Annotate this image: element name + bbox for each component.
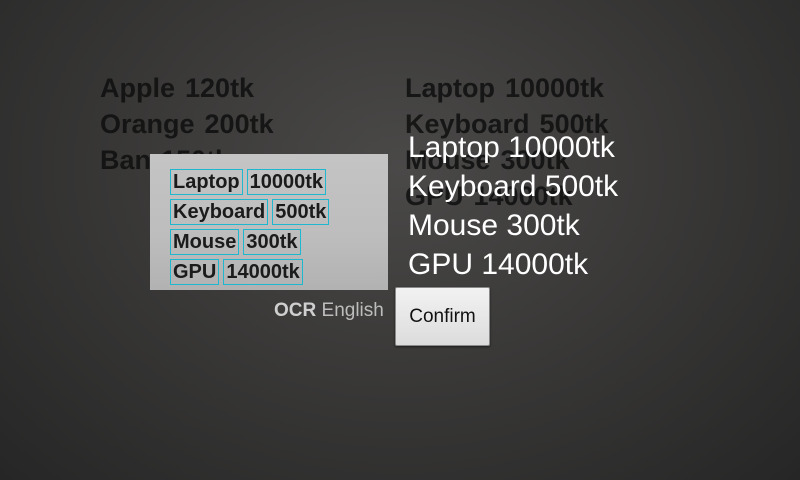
- ocr-result-line: Mouse 300tk: [408, 209, 580, 242]
- ocr-prefix: OCR: [274, 300, 317, 321]
- camera-price: 120tk: [185, 73, 255, 103]
- ocr-language-label: OCR English: [274, 300, 384, 322]
- camera-line: Apple 120tk: [100, 70, 274, 106]
- camera-line: Orange 200tk: [100, 106, 274, 142]
- word-box: 300tk: [243, 229, 301, 255]
- crop-line: Keyboard 500tk: [170, 199, 333, 225]
- word-box: Mouse: [170, 229, 240, 255]
- camera-item: Ban: [100, 145, 152, 175]
- ocr-result-line: GPU 14000tk: [408, 248, 589, 281]
- camera-item: Apple: [100, 73, 176, 103]
- camera-price: 10000tk: [504, 73, 605, 103]
- word-box: GPU: [170, 259, 220, 285]
- camera-price: 200tk: [204, 109, 274, 139]
- crop-line: GPU 14000tk: [170, 259, 307, 285]
- word-box: 14000tk: [223, 259, 303, 285]
- ocr-result-text: Laptop 10000tk Keyboard 500tk Mouse 300t…: [408, 128, 618, 284]
- camera-item: Orange: [100, 109, 195, 139]
- crop-line: Mouse 300tk: [170, 229, 305, 255]
- camera-line: Laptop 10000tk: [405, 70, 609, 106]
- ocr-result-line: Laptop 10000tk: [408, 131, 615, 164]
- word-box: Laptop: [170, 169, 243, 195]
- camera-item: Laptop: [405, 73, 495, 103]
- word-box: Keyboard: [170, 199, 269, 225]
- ocr-crop-preview: Laptop 10000tk Keyboard 500tk Mouse 300tk G…: [150, 154, 388, 290]
- crop-line: Laptop 10000tk: [170, 169, 330, 195]
- word-box: 10000tk: [246, 169, 327, 195]
- confirm-button[interactable]: Confirm: [395, 287, 490, 346]
- ocr-language: English: [321, 300, 384, 321]
- word-box: 500tk: [272, 199, 330, 225]
- ocr-result-line: Keyboard 500tk: [408, 170, 619, 203]
